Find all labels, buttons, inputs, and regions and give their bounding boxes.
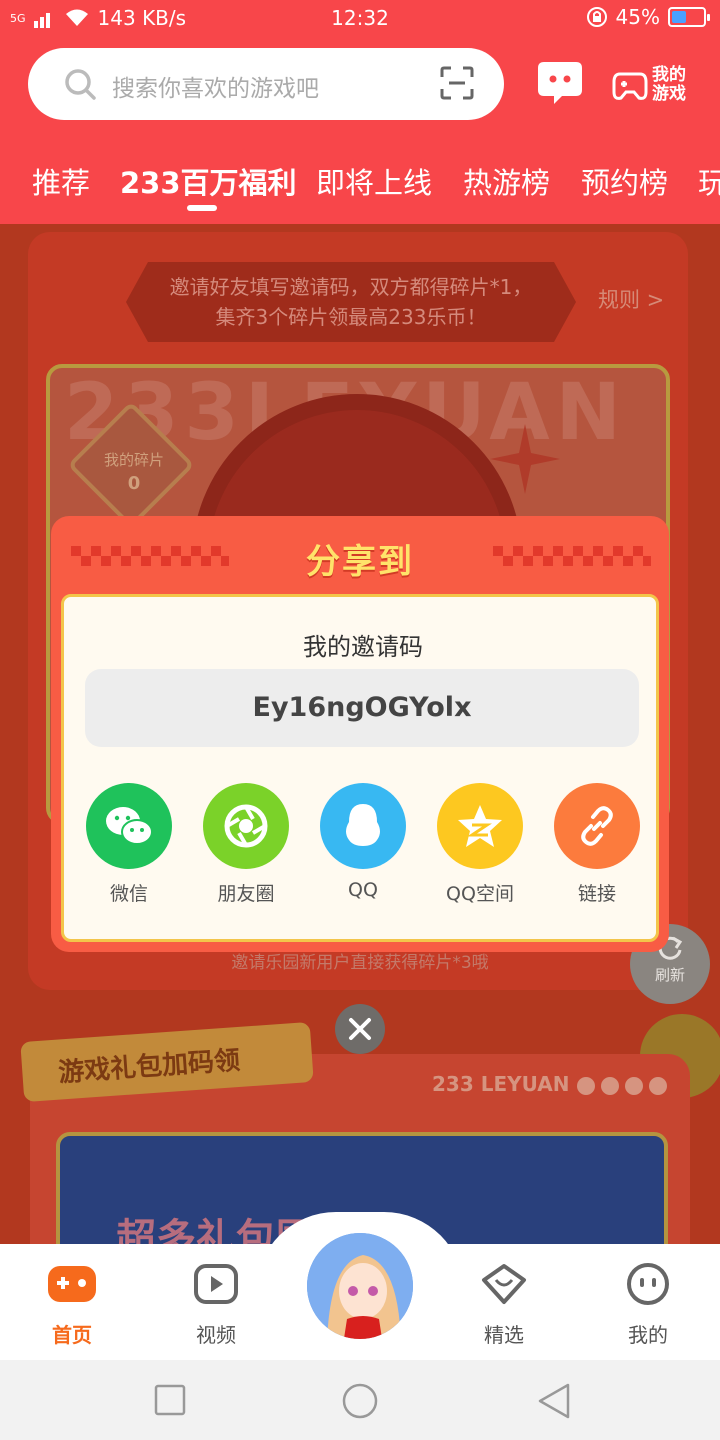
battery-fill — [672, 11, 686, 23]
shard-info: 我的碎片 0 — [102, 448, 166, 496]
link-icon — [554, 783, 640, 869]
invite-text-line2: 集齐3个碎片领最高233乐币！ — [215, 305, 487, 329]
share-moments[interactable]: 朋友圈 — [191, 783, 301, 906]
scan-icon[interactable] — [440, 66, 474, 100]
leyuan-label: 233 LEYUAN — [432, 1072, 668, 1096]
gamepad-icon — [612, 72, 648, 100]
my-games-line2: 游戏 — [652, 84, 686, 104]
invite-text-line1: 邀请好友填写邀请码，双方都得碎片*1， — [169, 275, 533, 299]
back-triangle-icon[interactable] — [536, 1382, 572, 1420]
moments-icon — [203, 783, 289, 869]
dialog-title: 分享到 — [306, 542, 414, 582]
share-link[interactable]: 链接 — [542, 783, 652, 906]
home-gamepad-icon — [48, 1266, 96, 1302]
share-wechat-label: 微信 — [109, 883, 148, 905]
my-games-line1: 我的 — [652, 65, 686, 85]
shard-count: 0 — [127, 473, 141, 494]
close-dialog-button[interactable] — [335, 1004, 385, 1054]
battery-icon — [668, 7, 710, 27]
share-qzone-label: QQ空间 — [446, 883, 514, 905]
tab-hot-games[interactable]: 热游榜 — [463, 160, 550, 202]
share-wechat[interactable]: 微信 — [74, 783, 184, 906]
battery-percent: 45% — [615, 5, 660, 29]
share-moments-label: 朋友圈 — [217, 883, 275, 905]
avatar[interactable] — [304, 1230, 416, 1342]
status-right: 45% — [586, 5, 710, 29]
sparkle-icon — [490, 424, 560, 494]
nav-mine-label: 我的 — [628, 1323, 668, 1347]
nav-home-label: 首页 — [52, 1323, 92, 1347]
invite-code-label: 我的邀请码 — [303, 633, 423, 661]
my-games-label: 我的 游戏 — [652, 66, 696, 104]
tab-reservation[interactable]: 预约榜 — [581, 160, 668, 202]
search-bar[interactable]: 搜索你喜欢的游戏吧 — [28, 48, 504, 120]
refresh-label: 刷新 — [654, 966, 685, 984]
home-circle-icon[interactable] — [341, 1382, 379, 1420]
tab-recommend[interactable]: 推荐 — [32, 160, 90, 202]
share-dialog: 分享到 我的邀请码 Ey16ngOGYolx 微信 朋友圈 QQ QQ空间 链接 — [51, 516, 669, 952]
leyuan-text: 233 LEYUAN — [432, 1072, 570, 1096]
profile-face-icon — [627, 1263, 669, 1305]
active-tab-indicator — [187, 205, 217, 211]
nav-featured-label: 精选 — [484, 1323, 524, 1347]
shard-label: 我的碎片 — [103, 451, 164, 469]
wechat-icon — [86, 783, 172, 869]
share-qzone[interactable]: QQ空间 — [425, 783, 535, 906]
tab-more[interactable]: 玩 — [698, 160, 720, 202]
recent-apps-icon[interactable] — [154, 1384, 186, 1416]
share-qq[interactable]: QQ — [308, 783, 418, 901]
share-qq-label: QQ — [348, 879, 378, 901]
close-icon — [349, 1018, 371, 1040]
qzone-icon — [437, 783, 523, 869]
dialog-body: 我的邀请码 Ey16ngOGYolx 微信 朋友圈 QQ QQ空间 链接 — [61, 594, 659, 942]
system-navigation-bar — [0, 1360, 720, 1440]
nav-video[interactable]: 视频 — [168, 1262, 264, 1348]
search-placeholder: 搜索你喜欢的游戏吧 — [112, 76, 319, 102]
featured-heart-icon — [482, 1264, 526, 1304]
header: 搜索你喜欢的游戏吧 我的 游戏 推荐 233百万福利 即将上线 热游榜 预约榜 … — [0, 38, 720, 224]
my-games-button[interactable]: 我的 游戏 — [612, 60, 696, 110]
rule-link[interactable]: 规则 > — [598, 284, 664, 314]
category-tabs: 推荐 233百万福利 即将上线 热游榜 预约榜 玩 — [0, 156, 720, 216]
share-link-label: 链接 — [577, 883, 616, 905]
message-icon[interactable] — [536, 60, 584, 106]
qq-icon — [320, 783, 406, 869]
search-icon — [65, 69, 96, 100]
rotation-lock-icon — [586, 7, 607, 27]
tab-welfare[interactable]: 233百万福利 — [120, 160, 297, 202]
nav-featured[interactable]: 精选 — [456, 1262, 552, 1348]
invite-banner: 邀请好友填写邀请码，双方都得碎片*1， 集齐3个碎片领最高233乐币！ — [126, 262, 576, 342]
status-bar: 5G 143 KB/s 12:32 45% — [0, 0, 720, 38]
nav-home[interactable]: 首页 — [24, 1262, 120, 1348]
nav-video-label: 视频 — [196, 1323, 236, 1347]
tab-coming-soon[interactable]: 即将上线 — [316, 160, 432, 202]
nav-mine[interactable]: 我的 — [600, 1262, 696, 1348]
video-icon — [194, 1264, 238, 1304]
invite-code-value[interactable]: Ey16ngOGYolx — [85, 669, 639, 747]
arrows-icon — [577, 1076, 668, 1095]
